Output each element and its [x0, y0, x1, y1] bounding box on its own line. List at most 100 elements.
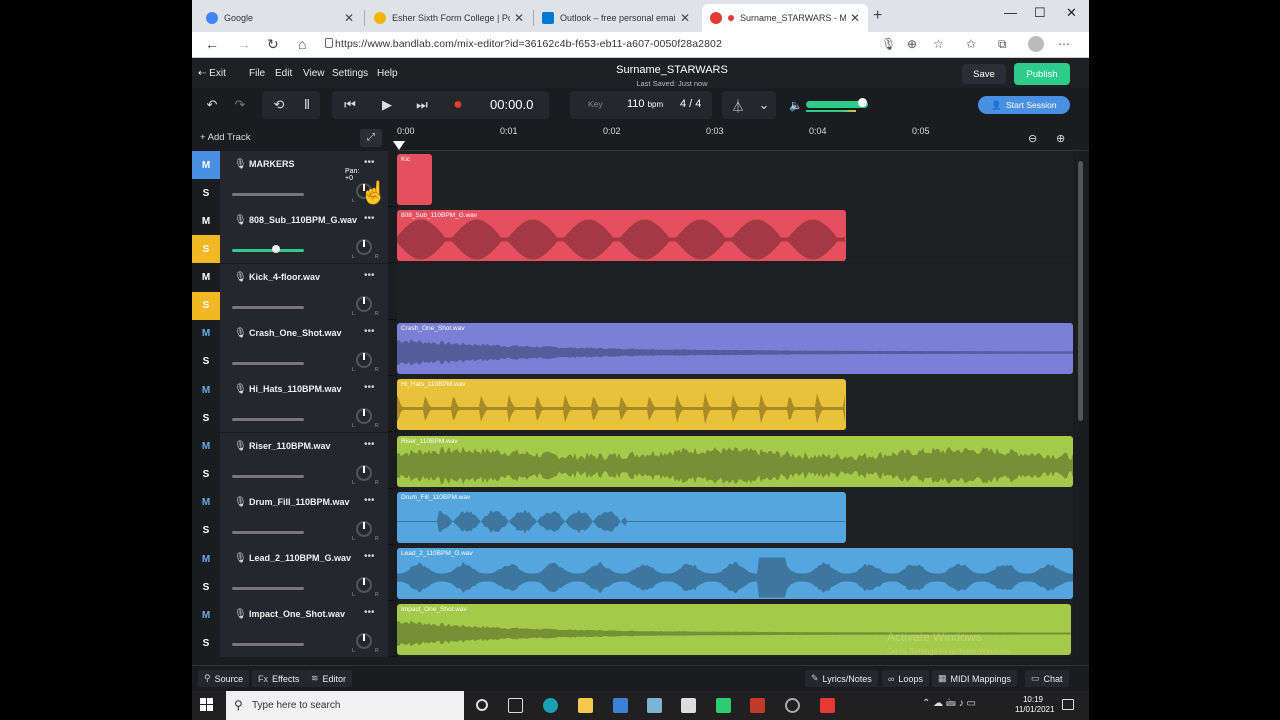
track-lane[interactable]: Drum_Fill_110BPM.wav [397, 488, 1073, 545]
track-header[interactable]: M S 🎙 Crash_One_Shot.wav ••• L R [192, 319, 388, 376]
solo-button[interactable]: S [192, 516, 220, 545]
volume-fader[interactable] [232, 587, 304, 591]
track-name[interactable]: Crash_One_Shot.wav [249, 328, 342, 338]
track-name[interactable]: Drum_Fill_110BPM.wav [249, 497, 350, 507]
bpm-field[interactable]: 110 bpm [627, 98, 663, 110]
menu-view[interactable]: View [303, 68, 325, 79]
track-header[interactable]: M S 🎙 808_Sub_110BPM_G.wav ••• L R [192, 207, 388, 264]
tab-google[interactable]: Google ✕ [198, 4, 362, 32]
track-more-icon[interactable]: ••• [364, 270, 375, 281]
app-icon[interactable] [647, 698, 662, 713]
track-lane[interactable] [397, 263, 1073, 320]
pan-knob[interactable] [356, 577, 372, 594]
track-lane[interactable]: Kic [397, 151, 1073, 207]
track-more-icon[interactable]: ••• [364, 326, 375, 337]
pan-knob[interactable] [356, 239, 372, 256]
menu-settings[interactable]: Settings [332, 68, 368, 79]
save-button[interactable]: Save [962, 64, 1006, 84]
mute-button[interactable]: M [192, 319, 220, 348]
track-lane[interactable]: Hi_Hats_110BPM.wav [397, 376, 1073, 433]
track-name[interactable]: 808_Sub_110BPM_G.wav [249, 215, 357, 225]
favorite-star-icon[interactable]: ☆ [933, 37, 944, 51]
collections-icon[interactable]: ⧉ [998, 37, 1007, 52]
new-tab-button[interactable]: + [873, 7, 882, 25]
edge-icon[interactable] [543, 698, 558, 713]
menu-help[interactable]: Help [377, 68, 398, 79]
microphone-icon[interactable]: 🎙 [234, 384, 247, 395]
source-button[interactable]: ⚲ Source [198, 670, 250, 687]
time-signature[interactable]: 4 / 4 [680, 98, 701, 110]
solo-button[interactable]: S [192, 347, 220, 376]
zoom-out-icon[interactable]: ⊖ [1028, 132, 1037, 145]
chat-button[interactable]: ▭ Chat [1025, 670, 1069, 687]
track-name[interactable]: Kick_4-floor.wav [249, 272, 320, 282]
home-icon[interactable]: ⌂ [298, 36, 306, 52]
close-icon[interactable]: ✕ [850, 11, 860, 25]
editor-button[interactable]: ≋ Editor [305, 670, 353, 687]
audio-region[interactable]: Lead_2_110BPM_G.wav [397, 548, 1073, 600]
audio-region[interactable]: Crash_One_Shot.wav [397, 322, 1073, 374]
task-view-icon[interactable] [508, 698, 523, 713]
track-more-icon[interactable]: ••• [364, 607, 375, 618]
tab-outlook[interactable]: Outlook – free personal email an ✕ [534, 4, 698, 32]
office-icon[interactable] [750, 698, 765, 713]
track-more-icon[interactable]: ••• [364, 439, 375, 450]
extension-icon[interactable]: ⊕ [907, 37, 917, 51]
mute-button[interactable]: M [192, 151, 220, 179]
solo-button[interactable]: S [192, 235, 220, 264]
microphone-icon[interactable]: 🎙 [234, 272, 247, 283]
track-header[interactable]: M S 🎙 Kick_4-floor.wav ••• L R [192, 263, 388, 320]
fader-handle[interactable] [272, 245, 280, 254]
app-green-icon[interactable] [716, 698, 731, 713]
metronome-icon[interactable]: ⏃ [725, 93, 751, 117]
lyrics-notes-button[interactable]: ✎ Lyrics/Notes [805, 670, 878, 687]
volume-fader[interactable] [232, 530, 304, 534]
window-close-button[interactable]: ✕ [1066, 5, 1077, 21]
tab-bandlab[interactable]: Surname_STARWARS - Mix ✕ [702, 4, 868, 32]
pan-knob[interactable] [356, 295, 372, 312]
mute-button[interactable]: M [192, 488, 220, 517]
volume-fader[interactable] [232, 474, 304, 478]
track-name[interactable]: Hi_Hats_110BPM.wav [249, 384, 342, 394]
refresh-icon[interactable]: ↻ [267, 36, 279, 53]
midi-mappings-button[interactable]: ▦ MIDI Mappings [932, 670, 1018, 687]
mail-icon[interactable] [613, 698, 628, 713]
audio-region[interactable]: Drum_Fill_110BPM.wav [397, 491, 846, 543]
close-icon[interactable]: ✕ [344, 11, 354, 25]
track-name[interactable]: Impact_One_Shot.wav [249, 609, 345, 619]
skip-forward-icon[interactable]: ⏭ [409, 93, 435, 117]
mute-button[interactable]: M [192, 207, 220, 236]
solo-button[interactable]: S [192, 291, 220, 320]
microphone-icon[interactable]: 🎙 [234, 609, 247, 620]
solo-button[interactable]: S [192, 460, 220, 489]
track-more-icon[interactable]: ••• [364, 495, 375, 506]
pan-knob[interactable] [356, 520, 372, 537]
solo-button[interactable]: S [192, 179, 220, 207]
skip-back-icon[interactable]: ⏮ [337, 93, 363, 117]
effects-button[interactable]: Fx Effects [252, 670, 306, 687]
mute-button[interactable]: M [192, 545, 220, 574]
vertical-scrollbar[interactable] [1073, 151, 1089, 660]
pan-knob[interactable] [356, 464, 372, 481]
track-lane[interactable]: 808_Sub_110BPM_G.wav [397, 207, 1073, 264]
mute-button[interactable]: M [192, 601, 220, 630]
menu-file[interactable]: File [249, 68, 265, 79]
notification-icon[interactable] [1062, 699, 1074, 710]
url-field[interactable]: https://www.bandlab.com/mix-editor?id=36… [335, 38, 722, 50]
publish-button[interactable]: Publish [1014, 63, 1070, 85]
back-icon[interactable]: ← [205, 36, 219, 52]
mute-button[interactable]: M [192, 263, 220, 292]
track-header[interactable]: M S 🎙 Impact_One_Shot.wav ••• L R [192, 601, 388, 658]
volume-fader[interactable] [232, 643, 304, 647]
track-lane[interactable]: Riser_110BPM.wav [397, 432, 1073, 489]
more-menu-icon[interactable]: ⋯ [1058, 37, 1070, 51]
taskbar-clock[interactable]: 10:19 11/01/2021 [1015, 695, 1054, 715]
loop-icon[interactable]: ⟲ [266, 93, 292, 117]
file-explorer-icon[interactable] [578, 698, 593, 713]
microphone-icon[interactable]: 🎙 [234, 159, 247, 170]
system-tray[interactable]: ⌃ ☁ 🖮 ♪ ▭ [922, 696, 976, 713]
minimize-button[interactable]: — [1004, 5, 1017, 20]
microphone-icon[interactable]: 🎙 [881, 37, 896, 51]
exit-button[interactable]: ⇠ Exit [198, 68, 226, 79]
track-name[interactable]: Riser_110BPM.wav [249, 441, 331, 451]
